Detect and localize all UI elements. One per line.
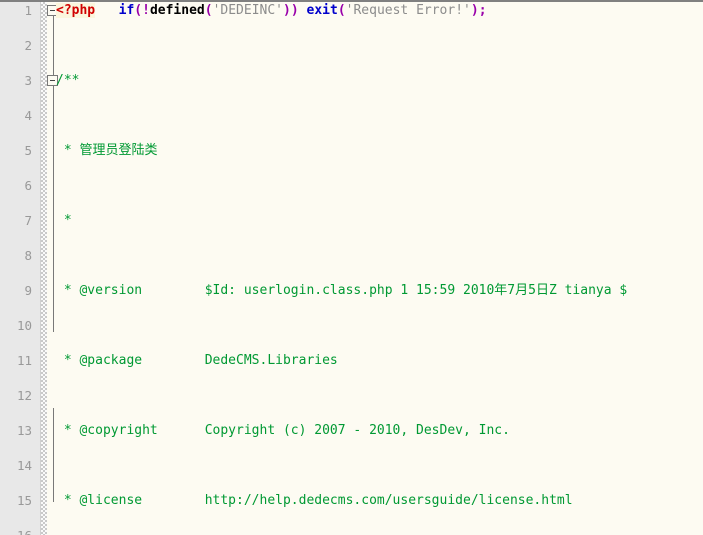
code-token: ( xyxy=(204,3,213,18)
code-text: * 管理员登陆类 xyxy=(56,142,158,160)
line-number: 9 xyxy=(24,283,32,298)
code-line[interactable]: 12 xyxy=(0,387,703,405)
code-token: )) xyxy=(283,3,299,18)
code-token: ( xyxy=(134,3,143,18)
line-number: 16 xyxy=(0,527,32,535)
code-line[interactable]: 11 * @package DedeCMS.Libraries xyxy=(0,352,703,370)
code-token: ); xyxy=(470,3,487,18)
line-number: 8 xyxy=(24,248,32,263)
code-token: ! xyxy=(142,3,150,18)
code-token: ( xyxy=(337,3,346,18)
code-line[interactable]: 7 * xyxy=(0,212,703,230)
code-token: * @version $Id: userlogin.class.php 1 15… xyxy=(56,283,628,298)
code-line[interactable]: 13 * @copyright Copyright (c) 2007 - 201… xyxy=(0,422,703,440)
line-number: 6 xyxy=(24,178,32,193)
code-editor[interactable]: 1 <?php if(!defined('DEDEINC')) exit('Req… xyxy=(0,0,703,535)
code-text: <?php if(!defined('DEDEINC')) exit('Requ… xyxy=(56,2,487,20)
line-number: 2 xyxy=(24,38,32,53)
code-line[interactable]: 2 xyxy=(0,37,703,55)
code-line[interactable]: 8 xyxy=(0,247,703,265)
code-text: * @license http://help.dedecms.com/users… xyxy=(56,492,573,510)
code-line[interactable]: 3 /** xyxy=(0,72,703,90)
code-line[interactable]: 1 <?php if(!defined('DEDEINC')) exit('Req… xyxy=(0,2,703,20)
code-line[interactable]: 14 xyxy=(0,457,703,475)
line-number: 14 xyxy=(16,458,32,473)
line-number: 13 xyxy=(16,423,32,438)
line-number: 4 xyxy=(24,108,32,123)
code-text: * @package DedeCMS.Libraries xyxy=(56,352,338,370)
code-token: exit xyxy=(306,3,338,18)
code-token: * 管理员登陆类 xyxy=(56,143,158,158)
code-token: * @copyright Copyright (c) 2007 - 2010, … xyxy=(56,423,510,438)
code-token: if xyxy=(118,3,135,18)
line-number: 5 xyxy=(24,143,32,158)
line-number: 15 xyxy=(16,493,32,508)
code-token: 'DEDEINC' xyxy=(212,3,284,18)
code-line[interactable]: 10 xyxy=(0,317,703,335)
code-text: /** xyxy=(56,72,79,90)
code-line[interactable]: 4 xyxy=(0,107,703,125)
line-number: 7 xyxy=(24,213,32,228)
code-line[interactable]: 5 * 管理员登陆类 xyxy=(0,142,703,160)
code-line[interactable]: 16 xyxy=(0,527,703,535)
line-number: 1 xyxy=(24,3,32,18)
code-text: * xyxy=(56,212,72,230)
code-text: * @version $Id: userlogin.class.php 1 15… xyxy=(56,282,627,300)
code-line[interactable]: 9 * @version $Id: userlogin.class.php 1 … xyxy=(0,282,703,300)
code-token: * @license http://help.dedecms.com/users… xyxy=(56,493,573,508)
line-number: 3 xyxy=(24,73,32,88)
code-line[interactable]: 6 xyxy=(0,177,703,195)
code-text: * @copyright Copyright (c) 2007 - 2010, … xyxy=(56,422,510,440)
code-token: * xyxy=(56,213,72,228)
code-token: <?php xyxy=(56,3,96,18)
code-token: /** xyxy=(56,73,80,88)
code-line[interactable]: 15 * @license http://help.dedecms.com/us… xyxy=(0,492,703,510)
code-token: 'Request Error!' xyxy=(345,3,471,18)
line-number: 12 xyxy=(16,388,32,403)
line-number: 10 xyxy=(16,318,32,333)
code-rows[interactable]: 1 <?php if(!defined('DEDEINC')) exit('Req… xyxy=(0,2,703,535)
code-token: defined xyxy=(149,3,205,18)
code-token: * @package DedeCMS.Libraries xyxy=(56,353,338,368)
line-number: 11 xyxy=(16,353,32,368)
